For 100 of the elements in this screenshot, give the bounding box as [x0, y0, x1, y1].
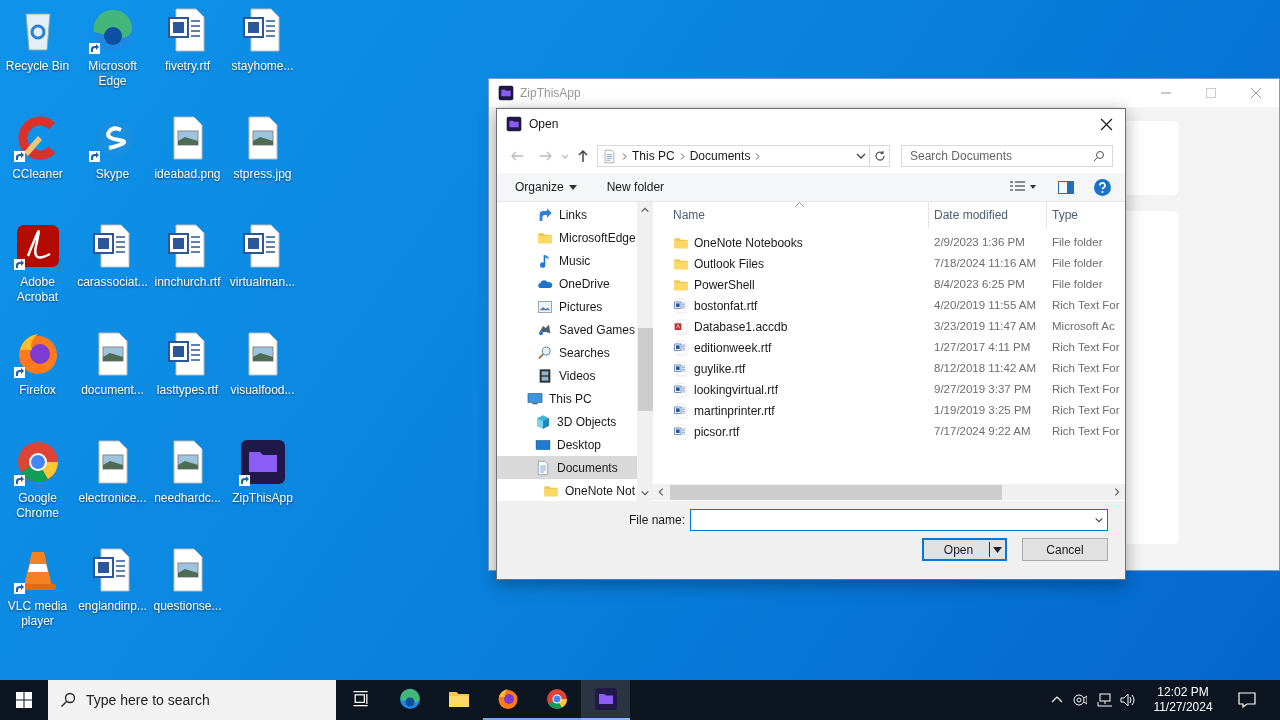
file-type: Rich Text For: [1051, 381, 1120, 397]
split-arrow-icon[interactable]: [991, 545, 1004, 554]
help-icon[interactable]: [1094, 178, 1111, 196]
file-name[interactable]: editionweek.rtf: [694, 338, 772, 357]
swirl-logo-icon: [397, 687, 422, 711]
nav-tree-item[interactable]: Videos: [497, 364, 637, 387]
desktop-icon-label[interactable]: electronice...: [78, 491, 147, 506]
nav-tree-item[interactable]: This PC: [497, 387, 637, 410]
file-date: 1/19/2019 3:25 PM: [933, 402, 1033, 418]
network-icon[interactable]: [1096, 693, 1112, 707]
nav-tree-item[interactable]: Links: [497, 203, 637, 226]
view-options-icon[interactable]: [1010, 181, 1036, 193]
word-document-icon: [673, 423, 689, 440]
app-logo-icon: [498, 85, 514, 101]
scroll-down-icon[interactable]: [640, 488, 650, 498]
file-date: 2/9/2023 1:36 PM: [933, 234, 1026, 250]
file-name[interactable]: martinprinter.rtf: [694, 401, 775, 420]
camera-icon[interactable]: [1073, 693, 1087, 707]
file-name[interactable]: Outlook Files: [694, 254, 765, 273]
word-document-icon: [673, 339, 689, 356]
desktop-icon-label[interactable]: englandinp...: [78, 599, 147, 614]
search-icon: [1093, 150, 1105, 162]
refresh-icon: [873, 150, 886, 162]
desktop-icon-label[interactable]: Google Chrome: [0, 491, 75, 521]
shortcut-arrow-icon: [88, 43, 100, 54]
nav-tree-item[interactable]: MicrosoftEdge: [497, 226, 637, 249]
nav-tree-item[interactable]: Searches: [497, 341, 637, 364]
word-document-icon: [673, 360, 689, 377]
file-type: Rich Text For: [1051, 297, 1120, 313]
word-document-icon: [673, 381, 689, 398]
document-icon: [602, 148, 617, 164]
file-name[interactable]: Database1.accdb: [694, 317, 788, 336]
taskbar-app-button[interactable]: [581, 680, 630, 720]
shortcut-arrow-icon: [13, 475, 25, 486]
file-type: Rich Text For: [1051, 360, 1120, 376]
breadcrumb[interactable]: Documents: [689, 147, 751, 165]
file-name[interactable]: PowerShell: [694, 275, 755, 294]
nav-tree-item[interactable]: Saved Games: [497, 318, 637, 341]
notifications-icon[interactable]: [1238, 692, 1256, 708]
new-folder-button[interactable]: New folder: [606, 178, 665, 196]
nav-tree-item[interactable]: OneNote Not: [497, 479, 637, 501]
word-document-icon: [673, 402, 689, 419]
cancel-button[interactable]: Cancel: [1022, 538, 1108, 561]
organize-button[interactable]: Organize: [515, 178, 577, 196]
clock[interactable]: 12:02 PM 11/27/2024: [1148, 685, 1218, 715]
desktop-icon-label[interactable]: stpress.jpg: [233, 167, 292, 182]
scrollbar-thumb[interactable]: [637, 328, 653, 411]
nav-tree-item[interactable]: OneDrive: [497, 272, 637, 295]
desktop-icon-label[interactable]: questionse...: [153, 599, 222, 614]
scroll-up-icon[interactable]: [640, 205, 650, 215]
file-name-field[interactable]: [690, 509, 1108, 531]
file-name[interactable]: guylike.rtf: [694, 359, 746, 378]
scrollbar-thumb[interactable]: [670, 484, 1002, 500]
refresh-button[interactable]: [870, 145, 890, 167]
scroll-right-icon[interactable]: [1112, 487, 1122, 497]
volume-icon[interactable]: [1120, 693, 1136, 707]
nav-tree-item[interactable]: Desktop: [497, 433, 637, 456]
desktop-icon-label[interactable]: document...: [81, 383, 144, 398]
file-date: 8/4/2023 6:25 PM: [933, 276, 1026, 292]
desktop-icon-label[interactable]: lasttypes.rtf: [156, 383, 219, 398]
file-type: File folder: [1051, 234, 1103, 250]
column-header[interactable]: Date modified: [929, 202, 1047, 228]
nav-tree-item[interactable]: Pictures: [497, 295, 637, 318]
file-name[interactable]: picsor.rtf: [694, 422, 740, 441]
desktop-icon-label[interactable]: ZipThisApp: [232, 491, 293, 506]
scrollbar[interactable]: [637, 202, 653, 501]
shortcut-arrow-icon: [88, 151, 100, 162]
nav-tree-item[interactable]: Music: [497, 249, 637, 272]
scroll-left-icon[interactable]: [656, 487, 666, 497]
desktop-icon-label[interactable]: innchurch.rtf: [154, 275, 221, 290]
file-type: Rich Text For: [1051, 402, 1120, 418]
file-name[interactable]: lookingvirtual.rtf: [694, 380, 779, 399]
breadcrumb[interactable]: This PC: [632, 147, 675, 165]
desktop-icon-label[interactable]: visualfood...: [230, 383, 295, 398]
desktop-icon-label[interactable]: needhardc...: [154, 491, 221, 506]
database-file-icon: [673, 318, 689, 335]
open-button[interactable]: Open: [922, 538, 1007, 561]
taskbar-search-field[interactable]: Type here to search: [48, 680, 336, 720]
column-header[interactable]: Type: [1047, 202, 1125, 228]
file-date: 7/18/2024 11:16 AM: [933, 255, 1038, 271]
desktop-icon-label[interactable]: VLC media player: [0, 599, 75, 629]
horizontal-scrollbar[interactable]: [653, 484, 1125, 500]
file-type: File folder: [1051, 276, 1103, 292]
file-name[interactable]: bostonfat.rtf: [694, 296, 758, 315]
start-icon[interactable]: [16, 692, 32, 708]
nav-tree-item[interactable]: 3D Objects: [497, 410, 637, 433]
search-field[interactable]: Search Documents: [901, 145, 1113, 167]
file-type: Rich Text For: [1051, 423, 1120, 439]
shortcut-arrow-icon: [13, 583, 25, 594]
preview-pane-icon[interactable]: [1058, 180, 1074, 194]
search-icon: [60, 692, 76, 708]
desktop-icon-label[interactable]: virtualman...: [229, 275, 296, 290]
file-date: 4/20/2019 11:55 AM: [933, 297, 1038, 313]
column-header[interactable]: Name: [653, 202, 929, 228]
dropdown-chevron-icon[interactable]: [1094, 515, 1104, 525]
file-name[interactable]: OneNote Notebooks: [694, 233, 803, 252]
close-icon[interactable]: [1100, 117, 1113, 131]
address-bar[interactable]: This PC Documents: [597, 145, 870, 167]
shortcut-arrow-icon: [13, 367, 25, 378]
nav-tree-item[interactable]: Documents: [497, 456, 637, 479]
